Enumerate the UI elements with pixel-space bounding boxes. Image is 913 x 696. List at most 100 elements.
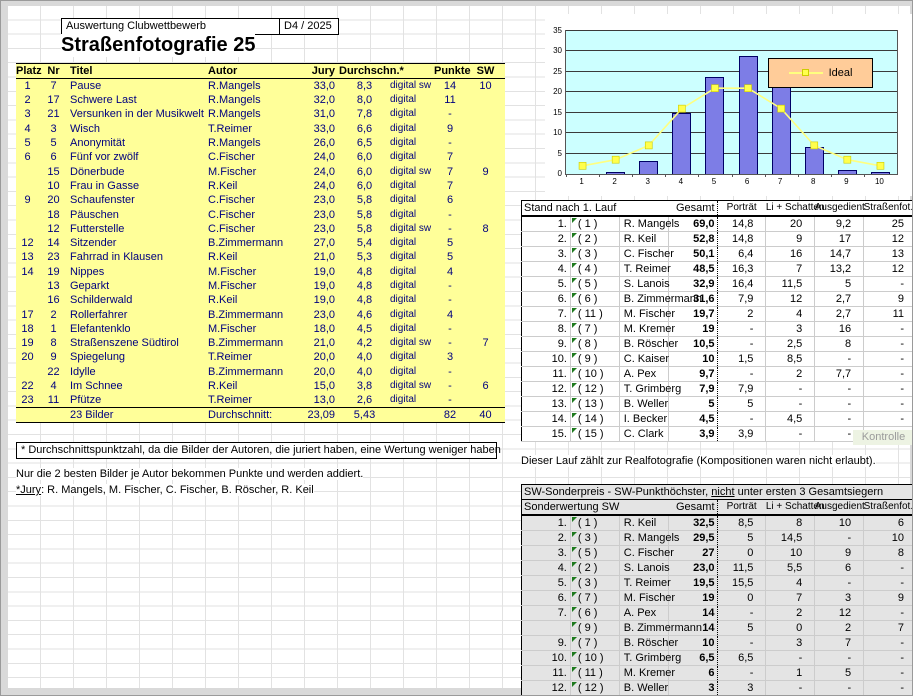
cell-avg[interactable]: 4,8 (339, 265, 390, 279)
cell-jury[interactable]: 15,0 (289, 379, 339, 393)
total-label[interactable]: Durchschnitt: (208, 408, 289, 423)
cell-num[interactable]: 3 (717, 681, 766, 696)
cell-rank[interactable]: 2. (522, 232, 571, 247)
cell-num[interactable]: 12 (815, 606, 864, 621)
cell-num[interactable]: 6 (815, 561, 864, 576)
cell-rank[interactable]: 11. (522, 367, 571, 382)
cell-art[interactable]: digital sw (390, 336, 434, 350)
cell-num[interactable]: 3 (815, 591, 864, 606)
cell-punkte[interactable]: 3 (434, 350, 466, 364)
cell-rank[interactable]: 12. (522, 681, 571, 696)
col-strassenfot[interactable]: Straßenfot. (864, 201, 913, 217)
sw-title[interactable]: SW-Sonderpreis - SW-Punkthöchster, nicht… (522, 485, 913, 500)
cell-avg[interactable]: 4,5 (339, 322, 390, 336)
cell-jury[interactable]: 20,0 (289, 350, 339, 364)
cell-platz[interactable]: 13 (16, 250, 39, 264)
col-gesamt[interactable]: Gesamt (668, 500, 717, 516)
cell-sw[interactable] (466, 365, 505, 379)
cell-seed[interactable]: ( 8 ) (570, 337, 619, 352)
cell-titel[interactable]: Straßenszene Südtirol (68, 336, 208, 350)
cell-num[interactable]: 11,5 (717, 561, 766, 576)
cell-jury[interactable]: 24,0 (289, 179, 339, 193)
distribution-chart[interactable]: Ideal 0510152025303512345678910 (545, 14, 913, 196)
cell-num[interactable]: 13 (864, 247, 913, 262)
cell-sw[interactable] (466, 322, 505, 336)
cell-gesamt[interactable]: 3 (668, 681, 717, 696)
cell-platz[interactable]: 1 (16, 79, 39, 94)
cell-sw[interactable] (466, 122, 505, 136)
cell-autor[interactable]: R.Keil (208, 250, 289, 264)
cell-name[interactable]: T. Reimer (619, 262, 668, 277)
cell-titel[interactable]: Im Schnee (68, 379, 208, 393)
cell-titel[interactable]: Nippes (68, 265, 208, 279)
cell-num[interactable]: 4 (766, 307, 815, 322)
cell-num[interactable]: - (864, 352, 913, 367)
cell-seed[interactable]: ( 9 ) (570, 352, 619, 367)
cell-nr[interactable]: 10 (39, 179, 68, 193)
cell-avg[interactable]: 4,0 (339, 350, 390, 364)
cell-art[interactable]: digital (390, 93, 434, 107)
cell-seed[interactable]: ( 6 ) (570, 292, 619, 307)
cell-num[interactable]: 20 (766, 216, 815, 232)
cell-num[interactable]: 10 (815, 515, 864, 531)
cell-num[interactable]: 4,5 (766, 412, 815, 427)
cell-seed[interactable]: ( 3 ) (570, 576, 619, 591)
cell-platz[interactable] (16, 179, 39, 193)
cell-art[interactable]: digital sw (390, 379, 434, 393)
cell-avg[interactable]: 6,5 (339, 136, 390, 150)
cell-platz[interactable] (16, 222, 39, 236)
cell-punkte[interactable]: 4 (434, 307, 466, 321)
cell-nr[interactable]: 19 (39, 265, 68, 279)
cell-seed[interactable]: ( 5 ) (570, 546, 619, 561)
cell-nr[interactable]: 22 (39, 365, 68, 379)
cell-num[interactable]: - (766, 397, 815, 412)
cell-seed[interactable]: ( 7 ) (570, 591, 619, 606)
col-ausgedient[interactable]: Ausgedient (815, 500, 864, 516)
cell-num[interactable]: 12 (864, 232, 913, 247)
cell-nr[interactable]: 15 (39, 164, 68, 178)
cell-nr[interactable]: 2 (39, 307, 68, 321)
cell-num[interactable]: - (815, 382, 864, 397)
cell-num[interactable]: 5 (717, 397, 766, 412)
cell-autor[interactable]: M.Fischer (208, 164, 289, 178)
cell-art[interactable]: digital sw (390, 222, 434, 236)
cell-avg[interactable]: 5,3 (339, 250, 390, 264)
cell-art[interactable]: digital (390, 122, 434, 136)
cell-nr[interactable]: 4 (39, 379, 68, 393)
cell-seed[interactable]: ( 3 ) (570, 247, 619, 262)
cell-num[interactable]: 1,5 (717, 352, 766, 367)
cell-autor[interactable]: R.Keil (208, 379, 289, 393)
cell-num[interactable]: - (815, 397, 864, 412)
competition-name-cell[interactable]: Auswertung Clubwettbewerb (61, 18, 280, 35)
cell-rank[interactable]: 10. (522, 352, 571, 367)
cell-autor[interactable]: C.Fischer (208, 207, 289, 221)
cell-num[interactable]: - (815, 576, 864, 591)
cell-num[interactable]: - (717, 412, 766, 427)
cell-seed[interactable]: ( 11 ) (570, 307, 619, 322)
cell-platz[interactable]: 14 (16, 265, 39, 279)
cell-total-blank3[interactable] (390, 408, 434, 423)
cell-num[interactable]: 8,5 (766, 352, 815, 367)
cell-avg[interactable]: 6,6 (339, 122, 390, 136)
cell-rank[interactable]: 8. (522, 322, 571, 337)
cell-avg[interactable]: 4,6 (339, 307, 390, 321)
cell-avg[interactable]: 4,8 (339, 279, 390, 293)
cell-name[interactable]: B. Röscher (619, 337, 668, 352)
cell-num[interactable]: 0 (717, 546, 766, 561)
cell-sw[interactable] (466, 136, 505, 150)
cell-num[interactable]: 2 (717, 307, 766, 322)
cell-punkte[interactable]: 7 (434, 164, 466, 178)
cell-num[interactable]: 2,7 (815, 292, 864, 307)
cell-seed[interactable]: ( 1 ) (570, 216, 619, 232)
cell-avg[interactable]: 6,0 (339, 179, 390, 193)
cell-rank[interactable]: 4. (522, 561, 571, 576)
cell-gesamt[interactable]: 52,8 (668, 232, 717, 247)
cell-num[interactable]: - (864, 576, 913, 591)
cell-num[interactable]: 7 (864, 621, 913, 636)
cell-num[interactable]: 8 (815, 337, 864, 352)
cell-rank[interactable]: 7. (522, 307, 571, 322)
cell-num[interactable]: - (815, 531, 864, 546)
cell-punkte[interactable]: - (434, 293, 466, 307)
cell-art[interactable]: digital sw (390, 79, 434, 94)
cell-gesamt[interactable]: 48,5 (668, 262, 717, 277)
